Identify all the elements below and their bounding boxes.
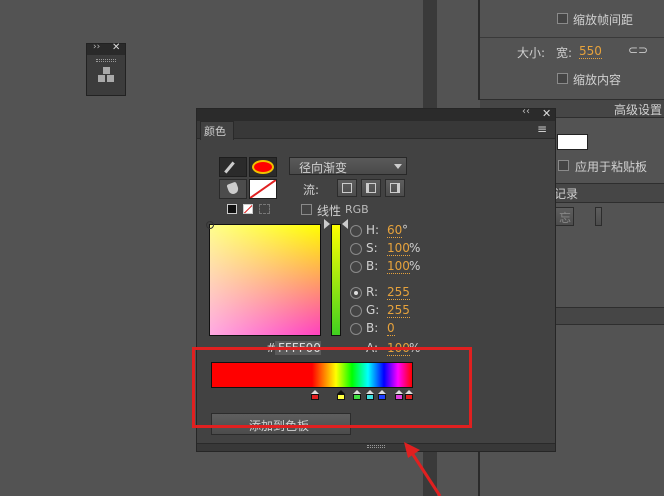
hue-slider-handle-left[interactable] [324, 219, 330, 229]
apply-clipboard-label: 应用于粘贴板 [575, 160, 648, 174]
flow-label: 流: [303, 183, 320, 197]
blue-radio[interactable] [350, 323, 362, 335]
record-label: 记录 [554, 187, 579, 201]
s-value[interactable]: 100 [387, 241, 410, 256]
b-value[interactable]: 100 [387, 259, 410, 274]
panel-menu-icon[interactable]: ≡ [537, 122, 547, 136]
stroke-color-chip [252, 160, 274, 174]
apply-clipboard-checkbox[interactable] [558, 160, 569, 171]
small-button[interactable] [595, 207, 602, 226]
width-label: 宽: [556, 46, 573, 60]
background-divider [478, 450, 480, 496]
hue-slider[interactable] [331, 224, 341, 336]
chevron-down-icon [394, 164, 402, 169]
s-radio[interactable] [350, 243, 362, 255]
r-label: R: [366, 285, 379, 299]
paint-bucket-icon [226, 181, 240, 196]
scale-frames-checkbox[interactable] [557, 13, 568, 24]
no-color-icon[interactable] [243, 204, 253, 214]
blue-value[interactable]: 0 [387, 321, 395, 336]
picker-cursor-icon [206, 221, 214, 229]
black-white-icon[interactable] [227, 204, 237, 214]
g-radio[interactable] [350, 305, 362, 317]
advanced-settings-button[interactable]: 高级设置 [614, 101, 662, 118]
flow-reflect-button[interactable] [361, 179, 381, 197]
pencil-icon [224, 161, 235, 174]
g-value[interactable]: 255 [387, 303, 410, 318]
h-value[interactable]: 60 [387, 223, 403, 238]
tab-color-label: 颜色 [204, 125, 226, 138]
divider [480, 37, 664, 38]
scale-content-label: 缩放内容 [573, 73, 622, 87]
blue-label: B: [366, 321, 379, 335]
scale-content-checkbox[interactable] [557, 73, 568, 84]
swap-colors-icon[interactable] [259, 204, 270, 214]
fill-color-tool[interactable] [219, 179, 247, 199]
forget-button-label: 忘 [559, 211, 572, 225]
color-picker-square[interactable] [206, 221, 321, 336]
size-label: 大小: [517, 46, 546, 60]
r-value[interactable]: 255 [387, 285, 410, 300]
b-label: B: [366, 259, 379, 273]
tab-bar [197, 121, 555, 139]
h-unit: ° [402, 223, 408, 237]
library-icon[interactable] [98, 67, 116, 83]
b-unit: % [409, 259, 421, 273]
stroke-color-swatch[interactable] [249, 157, 277, 177]
collapsed-panel: ›› ✕ [86, 42, 126, 96]
flow-repeat-button[interactable] [385, 179, 405, 197]
hue-slider-handle-right[interactable] [342, 219, 348, 229]
h-radio[interactable] [350, 225, 362, 237]
highlight-box [192, 347, 472, 428]
collapse-icon[interactable]: ‹‹ [522, 106, 530, 117]
s-label: S: [366, 241, 378, 255]
no-color-line [250, 180, 276, 198]
rgb-label: RGB [345, 203, 369, 216]
resize-grip-icon[interactable] [367, 445, 385, 448]
scale-frames-label: 缩放帧间距 [573, 13, 634, 27]
annotation-arrow-icon [404, 442, 442, 496]
color-panel-titlebar [197, 109, 555, 121]
width-value[interactable]: 550 [579, 44, 602, 59]
stroke-color-tool[interactable] [219, 157, 247, 177]
fill-type-value: 径向渐变 [299, 161, 348, 175]
grip-icon [96, 59, 116, 62]
r-radio[interactable] [350, 287, 362, 299]
background-divider [423, 0, 437, 110]
s-unit: % [409, 241, 421, 255]
linear-checkbox[interactable] [301, 204, 312, 215]
h-label: H: [366, 223, 380, 237]
flow-extend-button[interactable] [337, 179, 357, 197]
background-color-swatch[interactable] [557, 134, 588, 150]
expand-icon[interactable]: ›› [93, 42, 100, 52]
fill-color-swatch[interactable] [249, 179, 277, 199]
fill-type-dropdown[interactable]: 径向渐变 [289, 157, 407, 175]
linear-label: 线性 [317, 204, 342, 218]
link-icon[interactable]: ⊂⊃ [628, 43, 648, 57]
b-radio[interactable] [350, 261, 362, 273]
close-icon[interactable]: ✕ [542, 107, 551, 120]
g-label: G: [366, 303, 380, 317]
close-icon[interactable]: ✕ [112, 42, 120, 53]
